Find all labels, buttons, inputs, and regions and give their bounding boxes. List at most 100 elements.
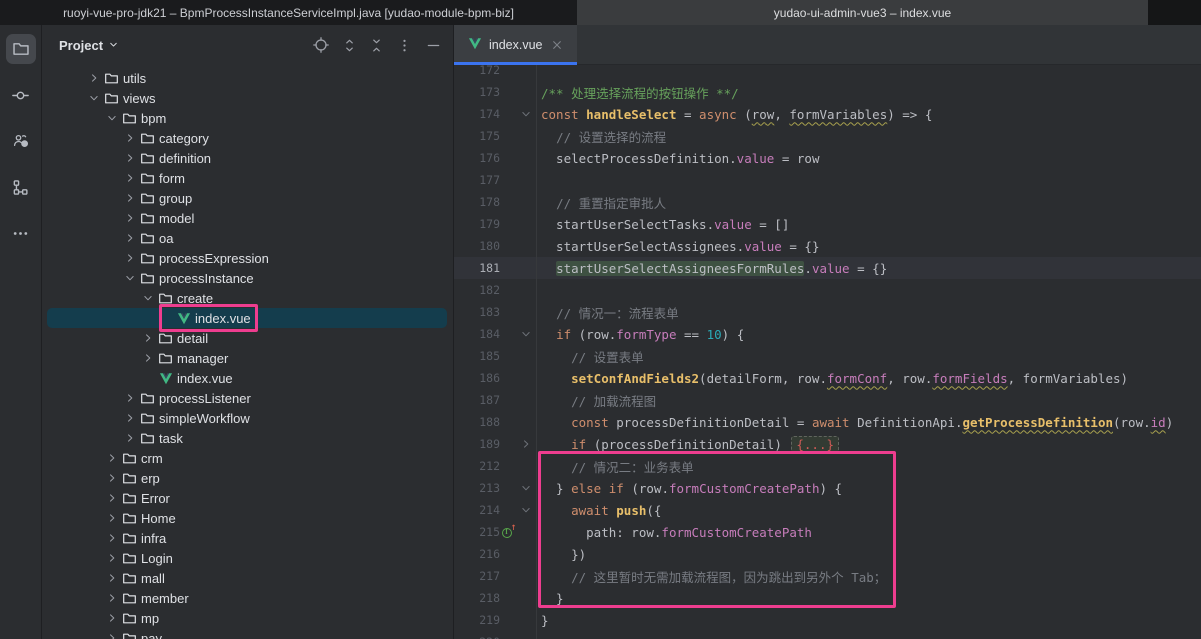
code-text[interactable]: startUserSelectTasks.value = [] xyxy=(537,217,789,232)
tree-row-pay[interactable]: pay xyxy=(42,628,453,639)
chevron-right-icon[interactable] xyxy=(121,170,138,186)
collapse-all-button[interactable] xyxy=(370,38,383,53)
code-text[interactable]: if (processDefinitionDetail) {...} xyxy=(537,437,839,452)
code-text[interactable]: // 情况一：流程表单 xyxy=(537,303,679,322)
chevron-right-icon[interactable] xyxy=(121,210,138,226)
tree-row-member[interactable]: member xyxy=(42,588,453,608)
fold-chevron-down-icon[interactable] xyxy=(516,499,537,521)
tree-row-form[interactable]: form xyxy=(42,168,453,188)
code-token: value xyxy=(744,239,782,254)
pull-requests-tool[interactable]: ? xyxy=(6,126,36,156)
tree-row-views[interactable]: views xyxy=(42,88,453,108)
locate-button[interactable] xyxy=(313,37,329,53)
tree-row-group[interactable]: group xyxy=(42,188,453,208)
chevron-right-icon[interactable] xyxy=(139,350,156,366)
tree-row-mp[interactable]: mp xyxy=(42,608,453,628)
chevron-right-icon[interactable] xyxy=(121,390,138,406)
code-text[interactable]: if (row.formType == 10) { xyxy=(537,327,744,342)
tree-row-processinstance[interactable]: processInstance xyxy=(42,268,453,288)
tree-row-crm[interactable]: crm xyxy=(42,448,453,468)
hide-button[interactable] xyxy=(426,38,441,53)
code-text[interactable]: // 设置选择的流程 xyxy=(537,127,666,146)
chevron-right-icon[interactable] xyxy=(103,510,120,526)
tree-label: crm xyxy=(139,451,163,466)
fold-chevron-down-icon[interactable] xyxy=(516,103,537,125)
code-text[interactable]: // 加载流程图 xyxy=(537,391,656,410)
chevron-right-icon[interactable] xyxy=(103,470,120,486)
code-token: , xyxy=(774,107,789,122)
structure-tool[interactable] xyxy=(6,172,36,202)
chevron-right-icon[interactable] xyxy=(103,530,120,546)
code-text[interactable]: } xyxy=(537,613,549,628)
fold-chevron-down-icon[interactable] xyxy=(516,477,537,499)
ellipsis-icon xyxy=(12,225,29,242)
tree-row-index-vue[interactable]: index.vue xyxy=(42,368,453,388)
code-text[interactable]: /** 处理选择流程的按钮操作 **/ xyxy=(537,83,739,102)
code-text[interactable]: // 重置指定审批人 xyxy=(537,193,666,212)
tree-row-task[interactable]: task xyxy=(42,428,453,448)
code-text[interactable]: startUserSelectAssignees.value = {} xyxy=(537,239,819,254)
project-tool[interactable] xyxy=(6,34,36,64)
code-text[interactable]: const processDefinitionDetail = await De… xyxy=(537,415,1173,430)
tree-row-mall[interactable]: mall xyxy=(42,568,453,588)
chevron-right-icon[interactable] xyxy=(103,590,120,606)
code-text[interactable]: startUserSelectAssigneesFormRules.value … xyxy=(537,261,887,276)
chevron-right-icon[interactable] xyxy=(121,130,138,146)
expand-all-button[interactable] xyxy=(343,38,356,53)
tree-row-infra[interactable]: infra xyxy=(42,528,453,548)
chevron-right-icon[interactable] xyxy=(103,450,120,466)
chevron-right-icon[interactable] xyxy=(103,630,120,639)
commit-icon xyxy=(12,87,29,104)
chevron-right-icon[interactable] xyxy=(121,230,138,246)
code-text[interactable]: selectProcessDefinition.value = row xyxy=(537,151,819,166)
tree-row-simpleworkflow[interactable]: simpleWorkflow xyxy=(42,408,453,428)
tree-row-model[interactable]: model xyxy=(42,208,453,228)
chevron-right-icon[interactable] xyxy=(139,330,156,346)
chevron-right-icon[interactable] xyxy=(121,410,138,426)
chevron-right-icon[interactable] xyxy=(103,550,120,566)
fold-chevron-down-icon[interactable] xyxy=(516,323,537,345)
chevron-right-icon[interactable] xyxy=(121,190,138,206)
chevron-right-icon[interactable] xyxy=(85,70,102,86)
fold-chevron-right-icon[interactable] xyxy=(516,433,537,455)
code-text[interactable]: const handleSelect = async (row, formVar… xyxy=(537,107,932,122)
chevron-down-icon[interactable] xyxy=(85,90,102,106)
options-button[interactable] xyxy=(397,38,412,53)
project-tool-selector[interactable]: Project xyxy=(59,38,119,53)
code-text[interactable]: // 设置表单 xyxy=(537,347,644,366)
implementation-up-icon[interactable]: I↑ xyxy=(502,526,515,539)
editor-tab-index-vue[interactable]: index.vue xyxy=(454,25,577,64)
line-number: 185 xyxy=(454,349,500,363)
close-icon[interactable] xyxy=(552,40,562,50)
chevron-down-icon[interactable] xyxy=(139,290,156,306)
tree-row-category[interactable]: category xyxy=(42,128,453,148)
chevron-right-icon[interactable] xyxy=(121,150,138,166)
tree-row-definition[interactable]: definition xyxy=(42,148,453,168)
code-text[interactable]: setConfAndFields2(detailForm, row.formCo… xyxy=(537,371,1128,386)
chevron-down-icon[interactable] xyxy=(121,270,138,286)
tree-row-oa[interactable]: oa xyxy=(42,228,453,248)
chevron-down-icon[interactable] xyxy=(103,110,120,126)
folder-icon xyxy=(120,490,139,506)
more-tools[interactable] xyxy=(6,218,36,248)
back-window-titlebar: ruoyi-vue-pro-jdk21 – BpmProcessInstance… xyxy=(0,0,577,25)
chevron-right-icon[interactable] xyxy=(103,610,120,626)
tree-row-processlistener[interactable]: processListener xyxy=(42,388,453,408)
tree-row-login[interactable]: Login xyxy=(42,548,453,568)
chevron-right-icon[interactable] xyxy=(121,250,138,266)
tree-row-error[interactable]: Error xyxy=(42,488,453,508)
tree-label: processListener xyxy=(157,391,251,406)
chevron-right-icon[interactable] xyxy=(103,570,120,586)
tree-row-erp[interactable]: erp xyxy=(42,468,453,488)
fold-placeholder[interactable]: {...} xyxy=(791,436,839,453)
fold-column xyxy=(516,389,537,411)
tree-row-utils[interactable]: utils xyxy=(42,68,453,88)
tree-row-bpm[interactable]: bpm xyxy=(42,108,453,128)
tree-row-manager[interactable]: manager xyxy=(42,348,453,368)
chevron-right-icon[interactable] xyxy=(103,490,120,506)
code-token xyxy=(541,394,571,409)
tree-row-processexpression[interactable]: processExpression xyxy=(42,248,453,268)
chevron-right-icon[interactable] xyxy=(121,430,138,446)
commit-tool[interactable] xyxy=(6,80,36,110)
tree-row-home[interactable]: Home xyxy=(42,508,453,528)
